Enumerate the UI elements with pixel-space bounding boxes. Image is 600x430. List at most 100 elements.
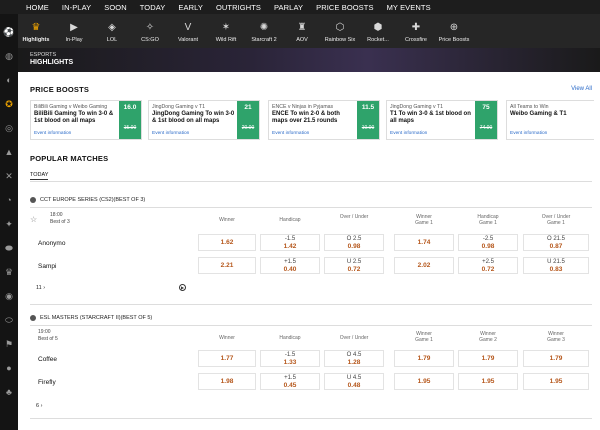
league-divider — [30, 207, 592, 208]
event-info-link[interactable]: Event information — [510, 131, 547, 136]
odds-cell[interactable]: U 4.5 0.48 — [324, 373, 384, 390]
live-stream-icon[interactable]: ▶ — [179, 284, 186, 291]
event-info-link[interactable]: Event information — [152, 131, 189, 136]
event-info-link[interactable]: Event information — [390, 131, 427, 136]
odds-cell[interactable]: 1.79 — [394, 350, 454, 367]
volleyball-icon[interactable]: ◎ — [3, 122, 15, 134]
boost-odds-button[interactable]: 16.0 15.00 — [119, 101, 141, 139]
trophy-icon: ♛ — [31, 22, 41, 33]
boost-card[interactable]: BiliBili Gaming v Weibo Gaming BiliBili … — [30, 100, 142, 140]
odds-cell[interactable]: 1.95 — [523, 373, 589, 390]
odds-cell[interactable]: U 2.5 0.72 — [324, 257, 384, 274]
play-icon: ▶ — [70, 22, 78, 33]
category-rocket-league[interactable]: ⬢ Rocket... — [360, 14, 396, 48]
category-csgo[interactable]: ✧ CS:GO — [132, 14, 168, 48]
odds-cell[interactable]: 1.62 — [198, 234, 256, 251]
badminton-icon[interactable]: ✦ — [3, 218, 15, 230]
tab-divider — [30, 181, 592, 182]
odds-cell[interactable]: 1.79 — [523, 350, 589, 367]
category-valorant[interactable]: V Valorant — [170, 14, 206, 48]
event-info-link[interactable]: Event information — [272, 131, 309, 136]
team-name: Sampi — [38, 263, 57, 270]
match-time: 19:00 Best of 5 — [38, 329, 58, 342]
team-name: Coffee — [38, 356, 58, 363]
wild-rift-icon: ✶ — [221, 22, 231, 33]
category-starcraft-2[interactable]: ✺ Starcraft 2 — [246, 14, 282, 48]
boost-card[interactable]: JingDong Gaming v T1 T1 To win 3-0 & 1st… — [386, 100, 498, 140]
target-icon[interactable]: ◉ — [3, 290, 15, 302]
odds-cell[interactable]: O 4.5 1.28 — [324, 350, 384, 367]
hockey-icon[interactable]: ✕ — [3, 170, 15, 182]
sports-rail: ⚽ ◍ ◐ ✪ ◎ ▲ ✕ ◔ ✦ ⬬ ♛ ◉ ⬭ ⚑ ● ♣ — [0, 14, 18, 430]
boost-odds-button[interactable]: 21 20.00 — [237, 101, 259, 139]
odds-cell[interactable]: U 21.5 0.83 — [523, 257, 589, 274]
odds-cell[interactable]: 1.74 — [394, 234, 454, 251]
valorant-icon: V — [184, 22, 192, 33]
category-crossfire[interactable]: ✚ Crossfire — [398, 14, 434, 48]
nav-soon[interactable]: SOON — [104, 3, 127, 12]
flag-icon[interactable]: ⚑ — [3, 338, 15, 350]
more-markets-link[interactable]: 6 › — [36, 403, 42, 409]
nav-today[interactable]: TODAY — [140, 3, 166, 12]
league-icon — [30, 315, 36, 321]
rugby-icon[interactable]: ⬭ — [3, 314, 15, 326]
tab-today[interactable]: TODAY — [30, 172, 49, 180]
esports-category-bar: ♛ Highlights ▶ In-Play ◈ LOL ✧ CS:GO V Valora… — [18, 14, 600, 48]
team-name: Anonymo — [38, 240, 66, 247]
nav-early[interactable]: EARLY — [178, 3, 203, 12]
baseball-icon[interactable]: ◔ — [3, 194, 15, 206]
odds-cell[interactable]: 1.79 — [458, 350, 518, 367]
cricket-icon[interactable]: ▲ — [3, 146, 15, 158]
odds-cell[interactable]: 2.02 — [394, 257, 454, 274]
market-header-winner: Winner — [219, 335, 235, 341]
soccer-icon[interactable]: ⚽ — [3, 26, 15, 38]
event-info-link[interactable]: Event information — [34, 131, 71, 136]
category-price-boosts[interactable]: ⊕ Price Boosts — [436, 14, 472, 48]
odds-cell[interactable]: +1.5 0.40 — [260, 257, 320, 274]
basketball-icon[interactable]: ◍ — [3, 50, 15, 62]
odds-cell[interactable]: 1.95 — [394, 373, 454, 390]
odds-cell[interactable]: 1.77 — [198, 350, 256, 367]
tennis-icon[interactable]: ◐ — [3, 74, 15, 86]
category-lol[interactable]: ◈ LOL — [94, 14, 130, 48]
league-header[interactable]: CCT EUROPE SERIES (CS2)(BEST OF 3) — [30, 197, 145, 203]
odds-cell[interactable]: 2.21 — [198, 257, 256, 274]
nav-my-events[interactable]: MY EVENTS — [387, 3, 431, 12]
american-football-icon[interactable]: ⬬ — [3, 242, 15, 254]
odds-cell[interactable]: 1.98 — [198, 373, 256, 390]
odds-cell[interactable]: O 21.5 0.87 — [523, 234, 589, 251]
odds-cell[interactable]: -2.5 0.98 — [458, 234, 518, 251]
table-tennis-icon[interactable]: ● — [3, 362, 15, 374]
category-aov[interactable]: ♜ AOV — [284, 14, 320, 48]
league-header[interactable]: ESL MASTERS (STARCRAFT II)(BEST OF 5) — [30, 315, 152, 321]
boost-card[interactable]: ENCE v Ninjas in Pyjamas ENCE To win 2-0… — [268, 100, 380, 140]
rocket-league-icon: ⬢ — [373, 22, 383, 33]
odds-cell[interactable]: +1.5 0.45 — [260, 373, 320, 390]
odds-cell[interactable]: O 2.5 0.98 — [324, 234, 384, 251]
nav-parlay[interactable]: PARLAY — [274, 3, 303, 12]
category-rainbow-six[interactable]: ⬡ Rainbow Six — [322, 14, 358, 48]
boost-card[interactable]: JingDong Gaming v T1 JingDong Gaming To … — [148, 100, 260, 140]
boost-odds-button[interactable]: 75 74.00 — [475, 101, 497, 139]
nav-price-boosts[interactable]: PRICE BOOSTS — [316, 3, 373, 12]
team-name: Firefly — [38, 379, 56, 386]
odds-cell[interactable]: -1.5 1.33 — [260, 350, 320, 367]
category-wild-rift[interactable]: ✶ Wild Rift — [208, 14, 244, 48]
category-highlights[interactable]: ♛ Highlights — [18, 14, 54, 48]
more-markets-link[interactable]: 11 › — [36, 285, 45, 291]
view-all-link[interactable]: View All — [571, 86, 592, 92]
esports-icon[interactable]: ✪ — [3, 98, 15, 110]
nav-home[interactable]: HOME — [26, 3, 49, 12]
golf-icon[interactable]: ♣ — [3, 386, 15, 398]
odds-cell[interactable]: 1.95 — [458, 373, 518, 390]
category-in-play[interactable]: ▶ In-Play — [56, 14, 92, 48]
favorite-star-icon[interactable]: ☆ — [30, 215, 37, 224]
odds-cell[interactable]: -1.5 1.42 — [260, 234, 320, 251]
nav-outrights[interactable]: OUTRIGHTS — [216, 3, 261, 12]
boost-card[interactable]: All Teams to Win Weibo Gaming & T1 Event… — [506, 100, 594, 140]
popular-matches-title: POPULAR MATCHES — [30, 154, 109, 163]
boost-odds-button[interactable]: 11.5 10.00 — [357, 101, 379, 139]
odds-cell[interactable]: +2.5 0.72 — [458, 257, 518, 274]
nav-in-play[interactable]: IN-PLAY — [62, 3, 91, 12]
trophy-rail-icon[interactable]: ♛ — [3, 266, 15, 278]
